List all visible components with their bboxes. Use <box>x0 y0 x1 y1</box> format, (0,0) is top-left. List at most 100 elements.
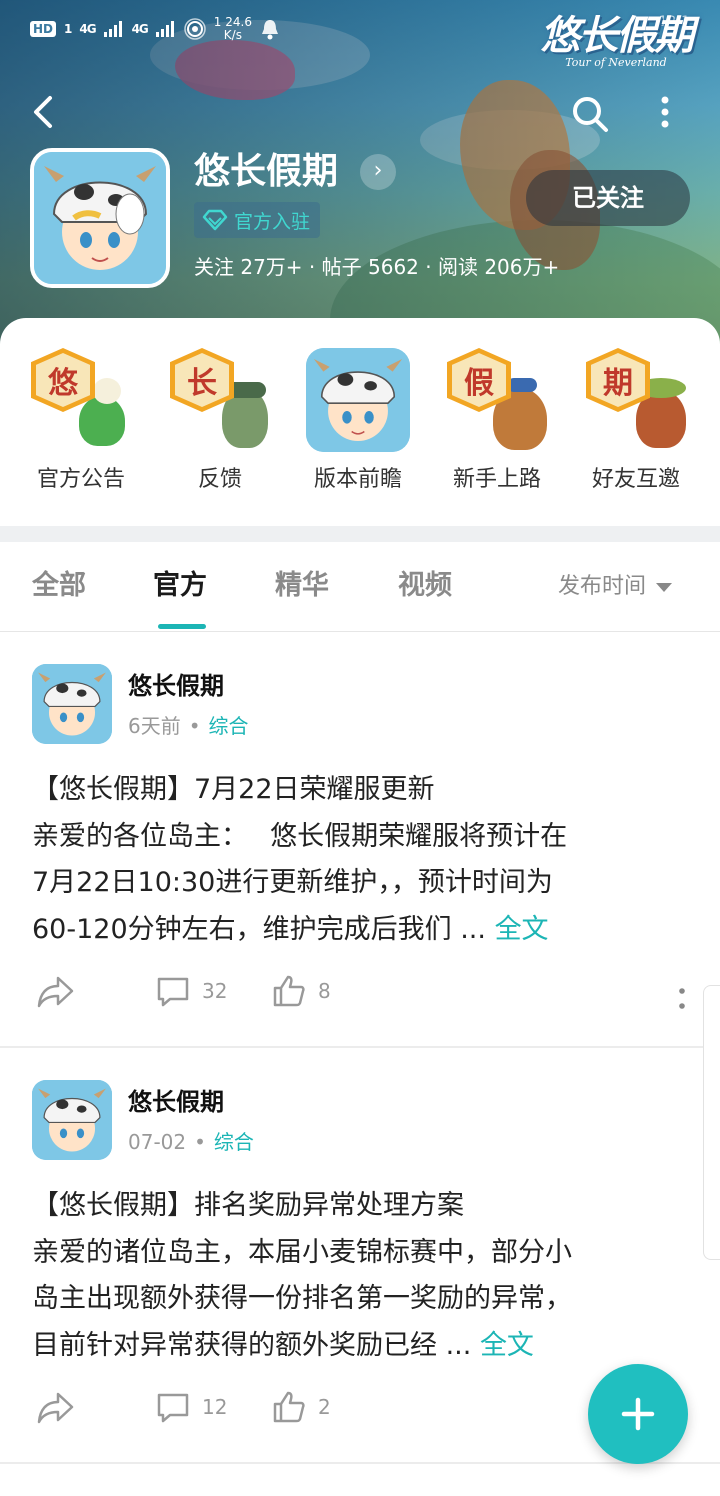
back-button[interactable] <box>26 92 66 132</box>
cow-hat-character-avatar <box>32 664 112 744</box>
channel-name[interactable]: 悠长假期 <box>194 148 338 196</box>
post-meta: 07-02 • 综合 <box>128 1128 254 1156</box>
search-icon <box>573 97 608 132</box>
follow-button[interactable]: 已关注 <box>526 170 690 226</box>
post-title: 【悠长假期】排名奖励异常处理方案 <box>32 1190 464 1221</box>
shortcut-icon: 长 <box>168 348 272 452</box>
author-avatar[interactable] <box>32 1080 112 1160</box>
more-vertical-icon <box>679 988 685 1009</box>
sim1-number: 1 <box>64 22 72 36</box>
like-count: 2 <box>318 1395 331 1419</box>
chevron-right-icon: › <box>373 158 383 183</box>
post-body[interactable]: 【悠长假期】排名奖励异常处理方案 亲爱的诸位岛主，本届小麦锦标赛中，部分小 岛主… <box>32 1183 692 1369</box>
shortcut-mascot <box>79 396 125 446</box>
active-tab-indicator <box>158 624 206 629</box>
diamond-icon <box>202 209 228 231</box>
post-card[interactable]: 悠长假期 6天前 • 综合 【悠长假期】7月22日荣耀服更新 亲爱的各位岛主： … <box>0 632 720 1046</box>
official-badge-label: 官方入驻 <box>234 210 311 233</box>
caret-down-icon <box>656 582 673 592</box>
official-badge: 官方入驻 <box>194 202 321 238</box>
shortcut-icon: 假 <box>445 348 549 452</box>
like-button[interactable]: 8 <box>272 974 331 1008</box>
post-category[interactable]: 综合 <box>209 712 249 740</box>
cow-hat-character-avatar <box>32 1080 112 1160</box>
like-count: 8 <box>318 979 331 1003</box>
comment-count: 12 <box>202 1395 228 1419</box>
shortcut-label: 好友互邀 <box>591 467 680 492</box>
like-button[interactable]: 2 <box>272 1390 331 1424</box>
sort-label: 发布时间 <box>558 574 647 599</box>
notification-bell-icon <box>261 20 278 40</box>
thumbs-up-icon <box>273 975 305 1007</box>
back-arrow-icon <box>34 96 52 128</box>
shortcut-friend-invite[interactable]: 期 好友互邀 <box>576 348 696 494</box>
thumbs-up-icon <box>273 1391 305 1423</box>
tab-all[interactable]: 全部 <box>32 566 86 606</box>
author-name[interactable]: 悠长假期 <box>128 1086 224 1118</box>
share-icon <box>37 976 74 1008</box>
post-excerpt-line: 60-120分钟左右，维护完成后我们 ... <box>32 913 486 945</box>
post-excerpt-line: 7月22日10:30进行更新维护，，预计时间为 <box>32 867 553 898</box>
meta-separator: • <box>188 714 201 738</box>
read-more-link[interactable]: 全文 <box>495 914 549 945</box>
post-title: 【悠长假期】7月22日荣耀服更新 <box>32 774 435 805</box>
shortcut-feedback[interactable]: 长 反馈 <box>160 348 280 494</box>
comment-count: 32 <box>202 979 228 1003</box>
comment-icon <box>157 1393 189 1423</box>
plus-icon <box>621 1397 655 1431</box>
author-name[interactable]: 悠长假期 <box>128 670 224 702</box>
comment-button[interactable]: 12 <box>156 1390 227 1424</box>
post-actions: 32 8 <box>0 974 720 1024</box>
shortcut-beginner-guide[interactable]: 假 新手上路 <box>437 348 557 494</box>
side-drawer-handle[interactable] <box>703 985 720 1260</box>
comment-button[interactable]: 32 <box>156 974 227 1008</box>
post-meta: 6天前 • 综合 <box>128 712 249 740</box>
shortcut-version-preview[interactable]: 版本前瞻 <box>298 348 418 494</box>
hotspot-icon <box>184 18 206 40</box>
shortcut-label: 反馈 <box>197 467 242 492</box>
share-button[interactable] <box>36 1390 76 1426</box>
post-category[interactable]: 综合 <box>214 1128 254 1156</box>
comment-icon <box>157 977 189 1007</box>
shortcut-label: 新手上路 <box>452 467 541 492</box>
author-avatar[interactable] <box>32 664 112 744</box>
tab-video[interactable]: 视频 <box>398 566 452 606</box>
tab-official[interactable]: 官方 <box>153 566 207 606</box>
network-type-1: 4G <box>79 22 96 36</box>
post-more-button[interactable] <box>672 982 692 1016</box>
sort-dropdown[interactable]: 发布时间 <box>558 572 673 602</box>
tab-featured[interactable]: 精华 <box>275 566 329 606</box>
chef-hat <box>93 378 121 404</box>
more-options-button[interactable] <box>650 92 680 136</box>
post-excerpt-line: 岛主出现额外获得一份排名第一奖励的异常， <box>32 1283 572 1314</box>
channel-detail-button[interactable]: › <box>360 154 396 190</box>
network-speed: 1 24.6 K/s <box>213 15 252 42</box>
post-excerpt-line: 目前针对异常获得的额外奖励已经 ... <box>32 1329 472 1361</box>
cow-hat-character-avatar <box>306 348 410 452</box>
shortcut-icon <box>306 348 410 452</box>
new-post-button[interactable] <box>588 1364 688 1464</box>
post-time: 07-02 <box>128 1130 187 1154</box>
search-button[interactable] <box>568 92 612 136</box>
channel-avatar <box>30 148 170 288</box>
section-divider <box>0 526 720 542</box>
shortcut-announcements[interactable]: 悠 官方公告 <box>21 348 141 494</box>
post-time: 6天前 <box>128 714 181 738</box>
post-excerpt-last: 目前针对异常获得的额外奖励已经 ... 全文 <box>32 1323 692 1370</box>
signal-icon <box>155 21 174 37</box>
meta-separator: • <box>194 1130 206 1154</box>
cap <box>507 378 537 392</box>
network-type-2: 4G <box>131 22 149 36</box>
shortcut-label: 版本前瞻 <box>313 467 402 492</box>
shortcut-label: 官方公告 <box>36 467 125 492</box>
game-logo: 悠长假期 Tour of Neverland <box>540 14 694 69</box>
shortcut-icon: 悠 <box>29 348 133 452</box>
share-icon <box>37 1392 74 1424</box>
post-body[interactable]: 【悠长假期】7月22日荣耀服更新 亲爱的各位岛主： 悠长假期荣耀服将预计在 7月… <box>32 767 692 953</box>
hd-indicator: HD <box>30 21 57 37</box>
share-button[interactable] <box>36 974 76 1010</box>
shortcut-bar: 悠 官方公告 长 反馈 版本前瞻 假 新手上路 期 好友互邀 <box>0 318 720 526</box>
post-excerpt-line: 亲爱的诸位岛主，本届小麦锦标赛中，部分小 <box>32 1236 572 1268</box>
read-more-link[interactable]: 全文 <box>480 1330 534 1361</box>
feed-tabs: 全部 官方 精华 视频 发布时间 <box>0 542 720 632</box>
